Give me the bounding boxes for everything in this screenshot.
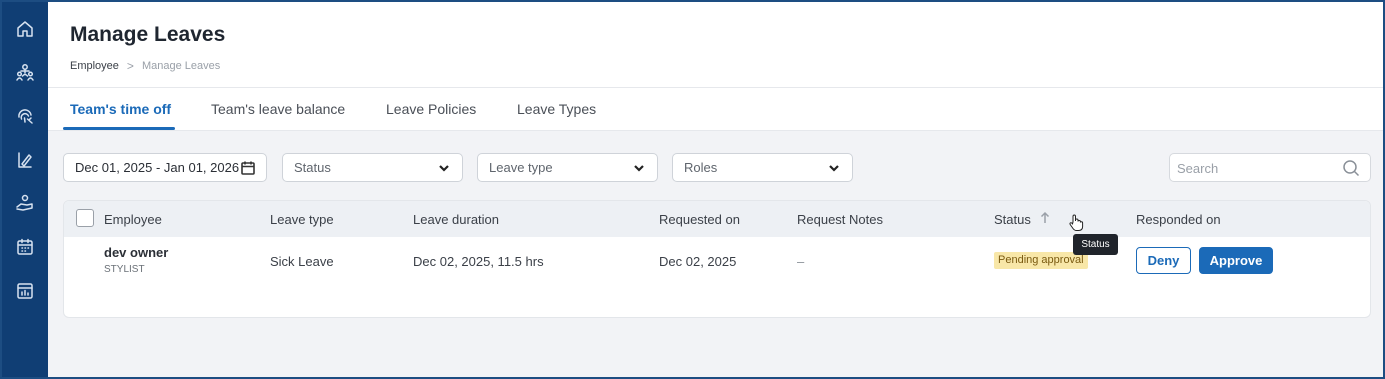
column-header-responded-on: Responded on <box>1136 212 1221 227</box>
leave-type-filter-label: Leave type <box>489 160 553 175</box>
breadcrumb-employee-link[interactable]: Employee <box>70 60 119 72</box>
hand-pointer-icon <box>1068 214 1084 232</box>
chevron-down-icon <box>633 162 645 174</box>
hand-care-icon[interactable] <box>15 193 35 213</box>
date-range-value: Dec 01, 2025 - Jan 01, 2026 <box>75 160 240 175</box>
tab-leave-policies[interactable]: Leave Policies <box>386 101 476 117</box>
column-header-requested-on: Requested on <box>659 212 740 227</box>
date-range-picker[interactable]: Dec 01, 2025 - Jan 01, 2026 <box>63 153 267 182</box>
status-filter-dropdown[interactable]: Status <box>282 153 463 182</box>
breadcrumb: Employee > Manage Leaves <box>70 59 220 73</box>
leave-requests-table: Employee Leave type Leave duration Reque… <box>63 200 1371 318</box>
status-tooltip: Status <box>1073 234 1118 255</box>
page-title: Manage Leaves <box>70 23 226 46</box>
fingerprint-icon[interactable] <box>15 106 35 126</box>
leave-type-cell: Sick Leave <box>270 254 334 269</box>
column-header-status[interactable]: Status <box>994 212 1031 227</box>
breadcrumb-separator-icon: > <box>126 59 134 73</box>
tab-leave-types[interactable]: Leave Types <box>517 101 596 117</box>
roles-filter-label: Roles <box>684 160 718 175</box>
roles-filter-dropdown[interactable]: Roles <box>672 153 853 182</box>
search-box <box>1169 153 1371 182</box>
chevron-down-icon <box>438 162 450 174</box>
status-filter-label: Status <box>294 160 331 175</box>
column-header-leave-type: Leave type <box>270 212 334 227</box>
sidebar <box>2 2 48 377</box>
column-header-employee: Employee <box>104 212 162 227</box>
leave-duration-cell: Dec 02, 2025, 11.5 hrs <box>413 254 544 269</box>
calendar-icon[interactable] <box>15 237 35 257</box>
table-header: Employee Leave type Leave duration Reque… <box>64 201 1370 237</box>
requested-on-cell: Dec 02, 2025 <box>659 254 737 269</box>
search-icon[interactable] <box>1342 159 1360 177</box>
calendar-icon <box>240 160 256 176</box>
breadcrumb-current: Manage Leaves <box>141 60 221 72</box>
page-header: Manage Leaves Employee > Manage Leaves <box>48 2 1383 87</box>
search-input[interactable] <box>1177 160 1337 176</box>
leave-type-filter-dropdown[interactable]: Leave type <box>477 153 658 182</box>
select-all-checkbox[interactable] <box>76 209 94 227</box>
tab-bar: Team's time off Team's leave balance Lea… <box>48 87 1383 131</box>
report-icon[interactable] <box>15 281 35 301</box>
chevron-down-icon <box>828 162 840 174</box>
request-notes-cell: – <box>797 254 805 269</box>
tab-teams-time-off[interactable]: Team's time off <box>70 101 171 117</box>
sort-arrow-up-icon[interactable] <box>1038 211 1052 225</box>
approve-button[interactable]: Approve <box>1199 247 1273 274</box>
leave-icon[interactable] <box>15 150 35 170</box>
tab-teams-leave-balance[interactable]: Team's leave balance <box>211 101 345 117</box>
employee-role: STYLIST <box>104 264 145 275</box>
home-icon[interactable] <box>15 19 35 39</box>
column-header-request-notes: Request Notes <box>797 212 883 227</box>
team-icon[interactable] <box>15 62 35 82</box>
active-tab-indicator <box>63 127 175 130</box>
employee-name: dev owner <box>104 245 169 260</box>
deny-button[interactable]: Deny <box>1136 247 1191 274</box>
column-header-leave-duration: Leave duration <box>413 212 500 227</box>
